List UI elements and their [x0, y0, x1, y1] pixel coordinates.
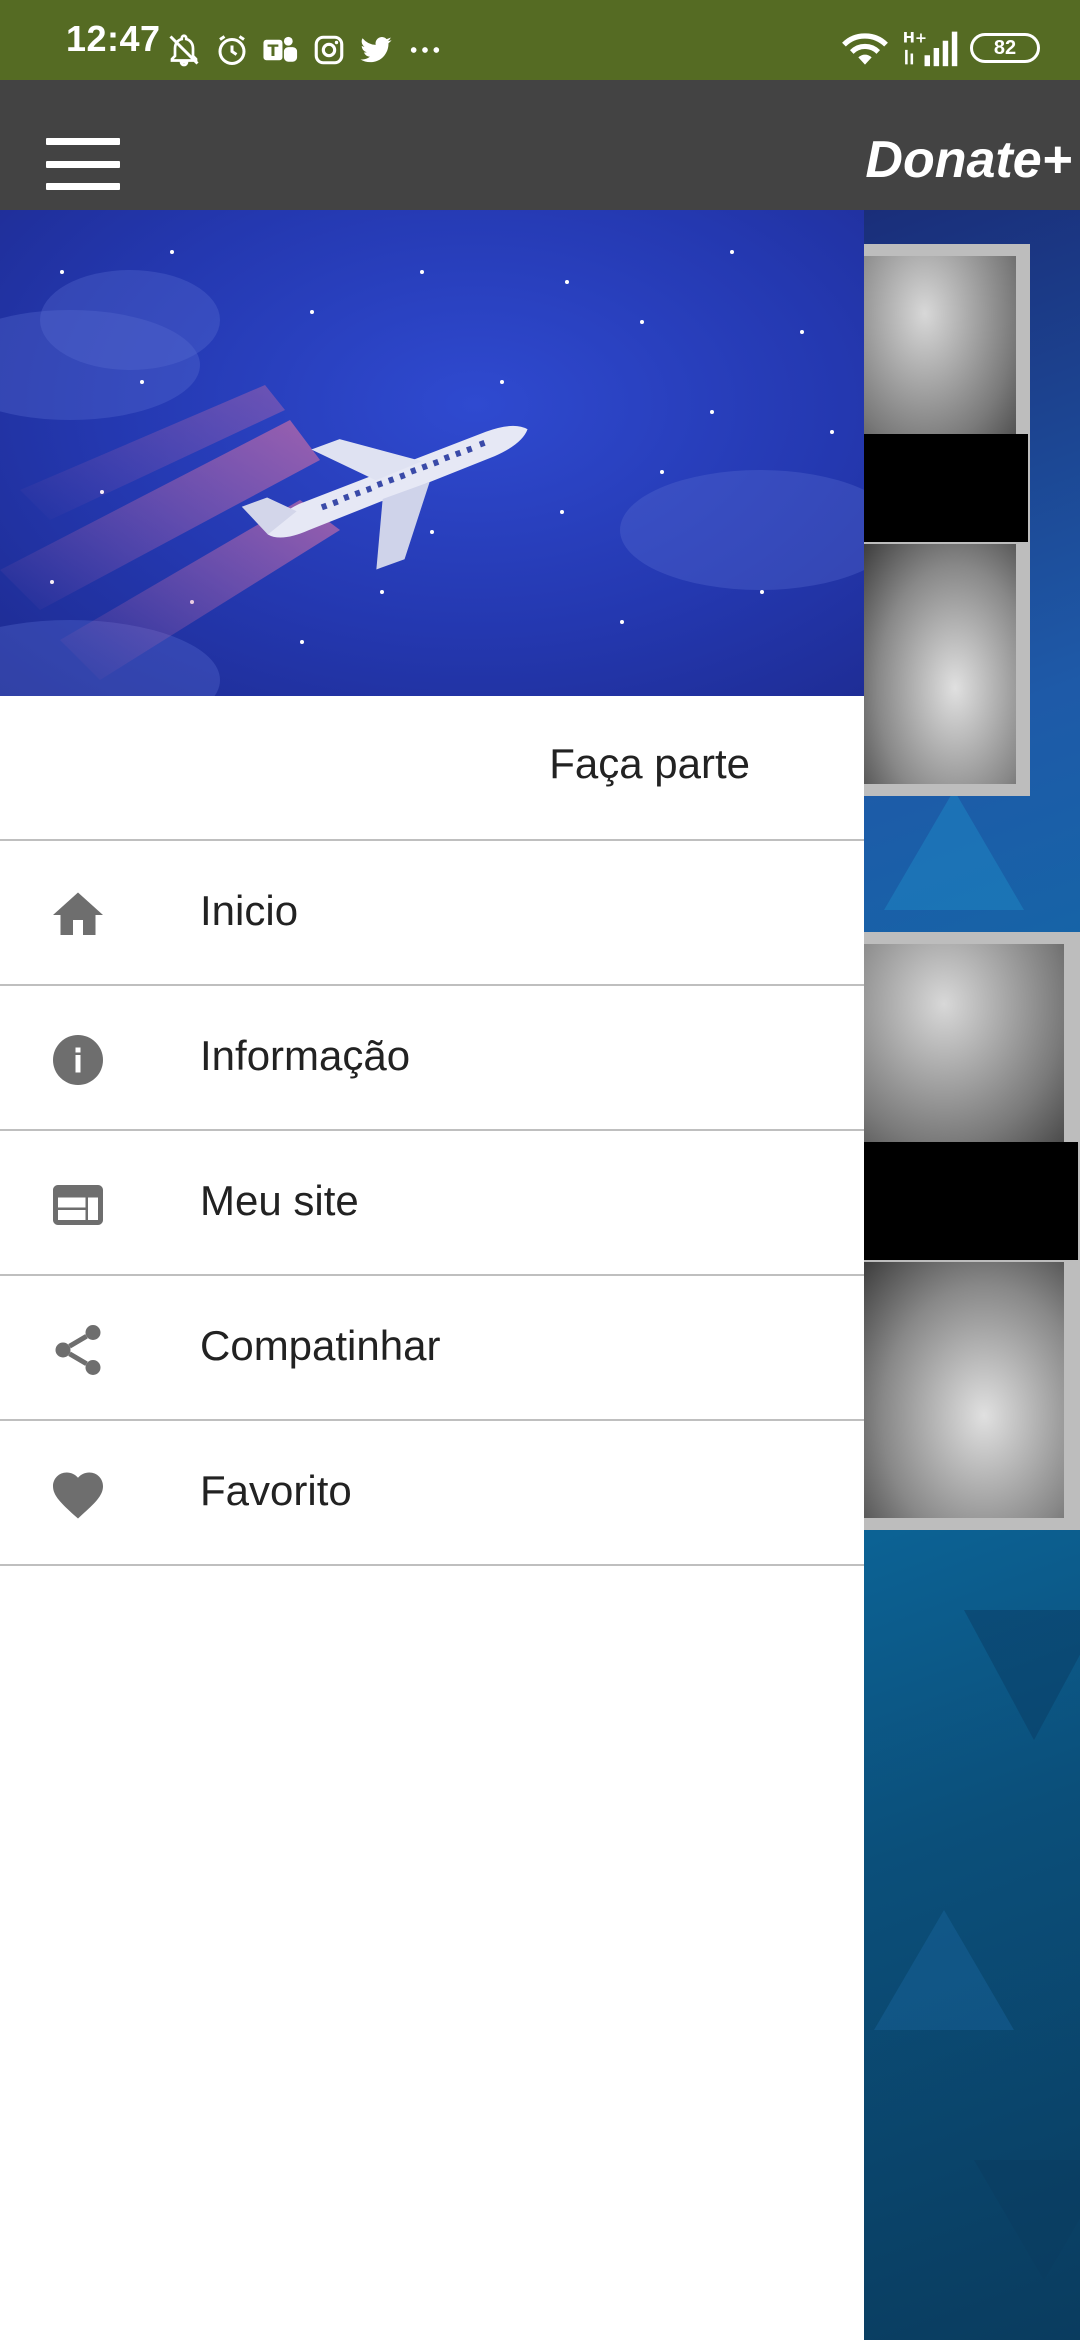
status-time: 12:47 [66, 18, 161, 59]
card-image-redacted [864, 1142, 1078, 1260]
menu-item-informacao[interactable]: Informação [0, 986, 864, 1131]
content-card-2[interactable] [864, 932, 1080, 1530]
svg-text:H+: H+ [903, 31, 927, 47]
alarm-icon [218, 35, 246, 65]
hamburger-line [46, 160, 120, 168]
drawer-header-image [0, 210, 864, 696]
status-bar: 12:47 T H+ 82 [0, 0, 1080, 80]
more-icon [410, 47, 440, 53]
card-image-top [864, 256, 1016, 448]
hamburger-line [46, 138, 120, 145]
menu-item-favorito[interactable]: Favorito [0, 1421, 864, 1566]
mute-icon [169, 34, 199, 67]
web-icon [53, 1185, 103, 1225]
battery-indicator: 82 [970, 33, 1040, 63]
join-row[interactable]: Faça parte [0, 696, 864, 841]
menu-item-label: Meu site [200, 1177, 359, 1224]
twitter-icon [360, 37, 392, 63]
signal-icon: H+ [903, 31, 958, 67]
menu-item-label: Favorito [200, 1467, 352, 1514]
wifi-icon [842, 33, 888, 65]
menu-item-inicio[interactable]: Inicio [0, 841, 864, 986]
instagram-icon [314, 35, 344, 65]
system-icons: H+ 82 [840, 26, 1040, 70]
card-image-bottom [864, 1262, 1064, 1518]
join-label: Faça parte [549, 740, 750, 787]
menu-item-label: Inicio [200, 887, 299, 934]
card-image-top [864, 944, 1064, 1144]
share-icon [55, 1325, 101, 1375]
info-icon [53, 1035, 103, 1085]
airplane-illustration [0, 385, 528, 680]
teams-icon: T [263, 36, 298, 62]
card-image-bottom [864, 544, 1016, 784]
heart-icon [53, 1472, 103, 1519]
svg-text:T: T [267, 41, 278, 60]
content-card-1[interactable] [864, 244, 1030, 796]
home-icon [53, 892, 103, 935]
menu-item-label: Informação [200, 1032, 411, 1079]
menu-item-label: Compatinhar [200, 1322, 441, 1369]
notification-icons: T [166, 30, 444, 70]
hamburger-line [46, 183, 120, 190]
card-image-redacted [864, 434, 1028, 542]
app-title: Donate+ [865, 131, 1072, 189]
menu-item-meu-site[interactable]: Meu site [0, 1131, 864, 1276]
navigation-drawer: Faça parte Inicio Informação Meu site Co… [0, 210, 864, 2340]
hamburger-icon[interactable] [46, 138, 120, 190]
menu-item-compartilhar[interactable]: Compatinhar [0, 1276, 864, 1421]
